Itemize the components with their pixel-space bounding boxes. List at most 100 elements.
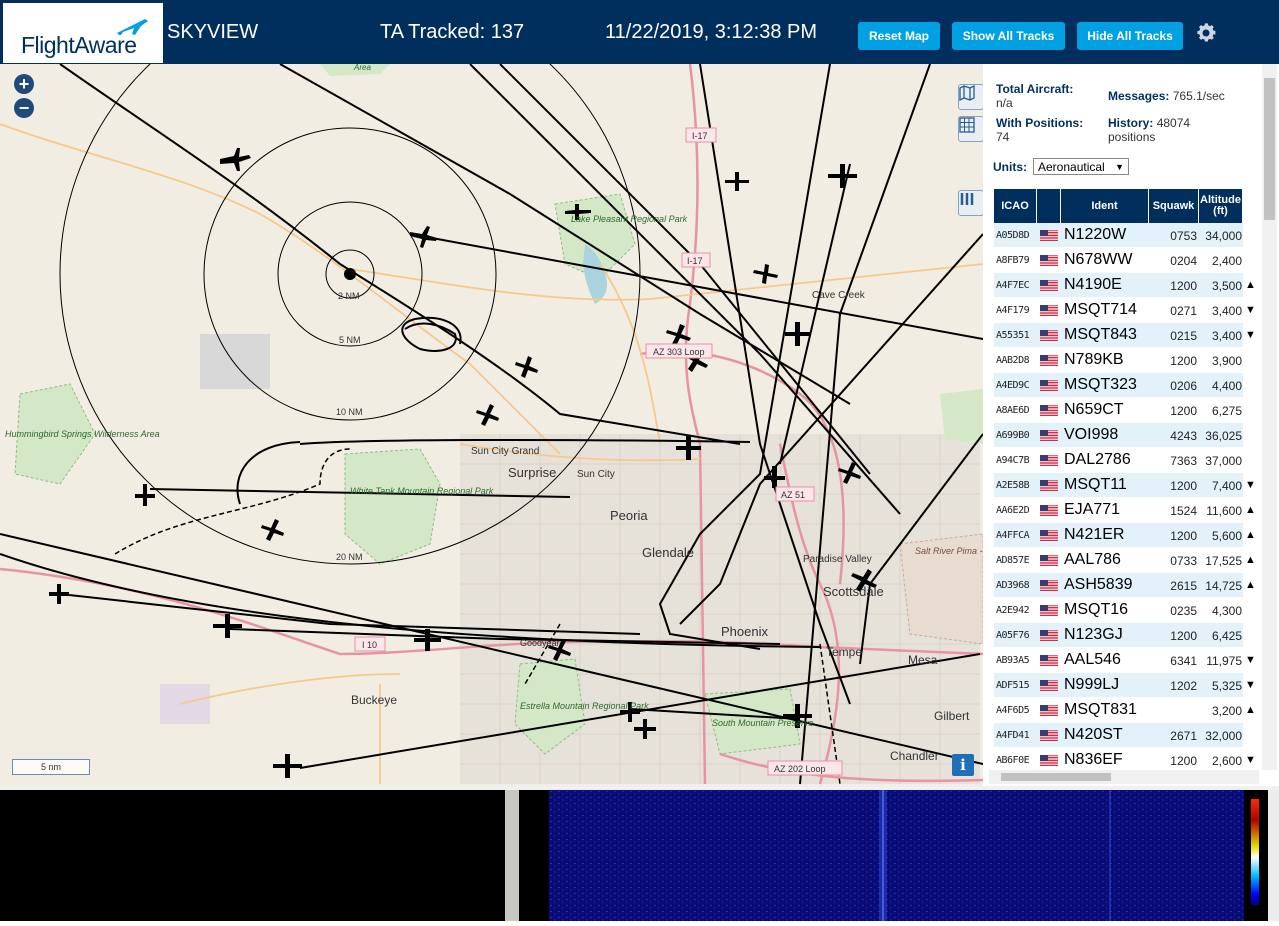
info-button[interactable]: i [952, 754, 974, 776]
icao-cell: AA6E2D [996, 505, 1030, 516]
icao-cell: AB93A5 [996, 655, 1030, 666]
altitude-trend-icon: ▲ [1245, 704, 1256, 716]
icao-cell: AB6F0E [996, 755, 1030, 766]
road-shield: AZ 51 [781, 490, 805, 500]
reset-map-button[interactable]: Reset Map [858, 22, 940, 50]
scale-bar: 5 nm [12, 759, 90, 775]
scrollbar-thumb[interactable] [1264, 78, 1275, 220]
altitude-cell: 6,275 [1211, 404, 1242, 418]
place-label: Scottsdale [823, 584, 884, 599]
table-row[interactable]: ADF515 N999LJ 1202 5,325 ▼ [994, 673, 1256, 698]
table-row[interactable]: A2E58B MSQT11 1200 7,400 ▼ [994, 473, 1256, 498]
columns-icon[interactable] [958, 190, 983, 216]
altitude-cell: 4,400 [1211, 379, 1242, 393]
ident-cell: MSQT11 [1064, 476, 1127, 493]
place-label: Hummingbird Springs Wilderness Area [5, 429, 160, 439]
icao-cell: A4F7EC [996, 280, 1030, 291]
us-flag-icon [1040, 580, 1058, 591]
table-row[interactable]: A4F7EC N4190E 1200 3,500 ▲ [994, 273, 1256, 298]
icao-cell: A699B0 [996, 430, 1030, 441]
altitude-cell: 3,900 [1211, 354, 1242, 368]
ident-cell: MSQT323 [1064, 376, 1137, 393]
altitude-cell: 7,400 [1211, 479, 1242, 493]
icao-cell: A55351 [996, 330, 1030, 341]
show-all-tracks-button[interactable]: Show All Tracks [952, 22, 1065, 50]
col-altitude[interactable]: Altitude (ft) [1199, 189, 1243, 223]
units-selected-value: Aeronautical [1038, 160, 1105, 174]
place-label: Mesa [908, 653, 938, 667]
us-flag-icon [1040, 530, 1058, 541]
table-row[interactable]: AD857E AAL786 0733 17,525 ▲ [994, 548, 1256, 573]
altitude-cell: 3,400 [1211, 304, 1242, 318]
table-row[interactable]: A8AE6D N659CT 1200 6,275 [994, 398, 1243, 423]
place-label: Paradise Valley [803, 554, 872, 565]
messages-value: 765.1/sec [1172, 89, 1225, 103]
table-row[interactable]: A94C7B DAL2786 7363 37,000 [994, 448, 1243, 473]
horizontal-scrollbar[interactable] [989, 770, 1259, 784]
grid-icon[interactable] [958, 116, 983, 142]
ident-cell: N836EF [1064, 751, 1123, 768]
altitude-trend-icon: ▲ [1245, 279, 1256, 291]
altitude-trend-icon: ▲ [1245, 579, 1256, 591]
squawk-cell: 0204 [1170, 254, 1197, 268]
panel-splitter[interactable] [505, 790, 519, 921]
altitude-trend-icon: ▼ [1245, 679, 1256, 691]
ident-cell: DAL2786 [1064, 451, 1131, 468]
table-row[interactable]: AA6E2D EJA771 1524 11,600 ▲ [994, 498, 1256, 523]
squawk-cell: 0733 [1170, 554, 1197, 568]
sidebar: Total Aircraft: n/a With Positions: 74 M… [983, 64, 1279, 786]
altitude-cell: 3,400 [1211, 329, 1242, 343]
table-row[interactable]: A55351 MSQT843 0215 3,400 ▼ [994, 323, 1256, 348]
table-row[interactable]: AB93A5 AAL546 6341 11,975 ▼ [994, 648, 1256, 673]
us-flag-icon [1040, 405, 1058, 416]
zoom-in-button[interactable]: + [14, 74, 34, 94]
col-icao[interactable]: ICAO [994, 189, 1037, 223]
flightaware-logo[interactable]: FlightAware [3, 3, 163, 63]
table-row[interactable]: A4FFCA N421ER 1200 5,600 ▲ [994, 523, 1256, 548]
panel-edge [1268, 790, 1279, 921]
gear-icon[interactable] [1194, 21, 1218, 45]
table-row[interactable]: A4F6D5 MSQT831 3,200 ▲ [994, 698, 1256, 723]
place-label: Phoenix [721, 624, 768, 639]
table-row[interactable]: A05F76 N123GJ 1200 6,425 [994, 623, 1243, 648]
table-row[interactable]: A05D8D N1220W 0753 34,000 [994, 223, 1243, 248]
messages-label: Messages: [1108, 89, 1170, 103]
squawk-cell: 1200 [1170, 404, 1197, 418]
us-flag-icon [1040, 355, 1058, 366]
ident-cell: N999LJ [1064, 676, 1120, 693]
header-bar: FlightAware SKYVIEW TA Tracked: 137 11/2… [0, 0, 1279, 64]
tracked-count: TA Tracked: 137 [380, 21, 525, 43]
units-select[interactable]: Aeronautical ▼ [1033, 158, 1129, 175]
table-row[interactable]: A4ED9C MSQT323 0206 4,400 [994, 373, 1243, 398]
table-row[interactable]: A2E942 MSQT16 0235 4,300 [994, 598, 1243, 623]
col-ident[interactable]: Ident [1061, 189, 1149, 223]
table-row[interactable]: AD3968 ASH5839 2615 14,725 ▲ [994, 573, 1256, 598]
ident-cell: N123GJ [1064, 626, 1123, 643]
icao-cell: A4FFCA [996, 530, 1030, 541]
map-layers-icon[interactable] [958, 84, 983, 110]
table-row[interactable]: A4F179 MSQT714 0271 3,400 ▼ [994, 298, 1256, 323]
squawk-cell: 0235 [1170, 604, 1197, 618]
table-row[interactable]: A4FD41 N420ST 2671 32,000 [994, 723, 1243, 748]
col-squawk[interactable]: Squawk [1149, 189, 1199, 223]
positions-value: 74 [996, 130, 1010, 144]
hide-all-tracks-button[interactable]: Hide All Tracks [1077, 22, 1183, 50]
col-flag[interactable] [1037, 189, 1061, 223]
table-row[interactable]: AAB2D8 N789KB 1200 3,900 [994, 348, 1243, 373]
table-row[interactable]: A8FB79 N678WW 0204 2,400 [994, 248, 1243, 273]
us-flag-icon [1040, 330, 1058, 341]
vertical-scrollbar[interactable] [1262, 64, 1277, 770]
table-header: ICAO Ident Squawk Altitude (ft) [994, 189, 1243, 223]
positions-label: With Positions: [996, 116, 1084, 130]
zoom-out-button[interactable]: − [14, 98, 34, 118]
scrollbar-thumb[interactable] [1001, 773, 1111, 781]
squawk-cell: 0215 [1170, 329, 1197, 343]
altitude-cell: 34,000 [1205, 229, 1242, 243]
app-title: SKYVIEW [167, 21, 259, 43]
positions-stat: With Positions: 74 [996, 116, 1083, 144]
altitude-cell: 4,300 [1211, 604, 1242, 618]
table-row[interactable]: A699B0 VOI998 4243 36,025 [994, 423, 1243, 448]
map-canvas[interactable]: 2 NM 5 NM 10 NM 20 NM Lake Pleasant Regi… [0, 64, 983, 786]
place-label: Chandler [890, 749, 939, 763]
place-label: White Tank Mountain Regional Park [350, 486, 494, 496]
